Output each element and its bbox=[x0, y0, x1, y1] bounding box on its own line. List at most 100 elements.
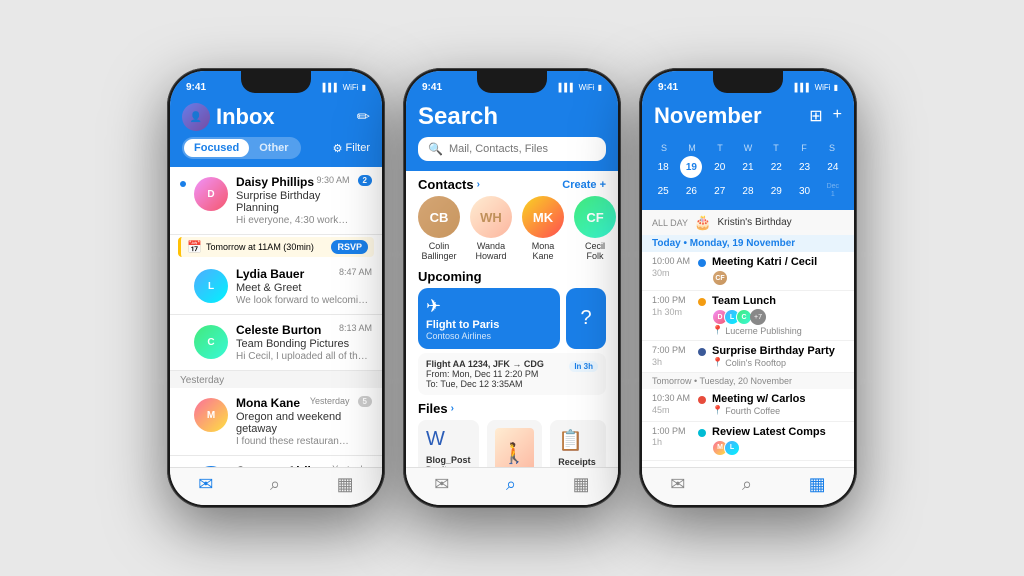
cal-day-23[interactable]: 23 bbox=[794, 156, 816, 178]
event-title: Team Lunch bbox=[712, 295, 844, 307]
nav-search[interactable]: ⌕ bbox=[742, 474, 752, 495]
event-dot bbox=[698, 348, 706, 356]
bottom-nav-3: ✉ ⌕ ▦ bbox=[642, 467, 854, 505]
nav-calendar[interactable]: ▦ bbox=[337, 474, 354, 495]
event-avatars: CF bbox=[712, 270, 844, 286]
phone-calendar: 9:41 ▌▌▌ WiFi ▮ November ⊞ + bbox=[639, 68, 857, 508]
files-section: Files › W Blog_Post Draft DOCX 🚶 bbox=[406, 401, 618, 467]
email-item-mona[interactable]: M Mona Kane Yesterday Oregon and weekend… bbox=[170, 388, 382, 456]
event-content: Meeting Katri / Cecil CF bbox=[712, 256, 844, 286]
event-time: 7:00 PM3h bbox=[652, 345, 692, 368]
rsvp-button[interactable]: RSVP bbox=[331, 240, 368, 254]
battery-icon: ▮ bbox=[362, 83, 366, 92]
cal-day-25[interactable]: 25 bbox=[652, 180, 674, 202]
email-name: Celeste Burton bbox=[236, 323, 321, 337]
cal-day-dec1[interactable]: Dec1 bbox=[822, 180, 844, 202]
email-name: Daisy Phillips bbox=[236, 175, 314, 189]
status-icons-3: ▌▌▌ WiFi ▮ bbox=[795, 83, 838, 92]
event-time: 10:00 AM30m bbox=[652, 256, 692, 286]
email-item-contoso[interactable]: CA Contoso Airlines Yesterday It's Time … bbox=[170, 456, 382, 467]
nav-mail[interactable]: ✉ bbox=[198, 474, 213, 495]
contact-wanda[interactable]: WH WandaHoward bbox=[470, 196, 512, 261]
cal-day-20[interactable]: 20 bbox=[709, 156, 731, 178]
email-item-celeste[interactable]: C Celeste Burton 8:13 AM Team Bonding Pi… bbox=[170, 315, 382, 371]
birthday-event[interactable]: Kristin's Birthday bbox=[717, 217, 791, 228]
nav-mail[interactable]: ✉ bbox=[434, 474, 449, 495]
filter-button[interactable]: ⚙ Filter bbox=[333, 142, 370, 155]
cal-day-29[interactable]: 29 bbox=[765, 180, 787, 202]
grid-icon[interactable]: ⊞ bbox=[809, 106, 822, 126]
nav-calendar[interactable]: ▦ bbox=[809, 474, 826, 495]
unknown-card[interactable]: ? bbox=[566, 288, 606, 349]
edit-icon[interactable]: ✏ bbox=[357, 107, 370, 127]
notch-1 bbox=[241, 71, 311, 93]
contact-cecil[interactable]: CF CecilFolk bbox=[574, 196, 616, 261]
user-avatar: 👤 bbox=[182, 103, 210, 131]
search-input[interactable] bbox=[449, 143, 596, 155]
file-photo[interactable]: 🚶 bbox=[487, 420, 543, 467]
day-t2: T bbox=[762, 143, 790, 153]
calendar-days: 18 19 20 21 22 23 24 25 26 27 28 29 30 D… bbox=[650, 156, 846, 202]
tab-focused[interactable]: Focused bbox=[184, 139, 249, 157]
email-subject: Oregon and weekend getaway bbox=[236, 411, 350, 435]
event-content: Review Latest Comps M L bbox=[712, 426, 844, 456]
event-meeting-katri[interactable]: 10:00 AM30m Meeting Katri / Cecil CF bbox=[642, 252, 854, 291]
battery-icon: ▮ bbox=[598, 83, 602, 92]
cal-day-22[interactable]: 22 bbox=[765, 156, 787, 178]
email-subject: Meet & Greet bbox=[236, 282, 372, 294]
event-dot bbox=[698, 396, 706, 404]
flight-title: Flight to Paris bbox=[426, 319, 552, 331]
file-blog-post[interactable]: W Blog_Post Draft DOCX bbox=[418, 420, 479, 467]
flight-card[interactable]: ✈ Flight to Paris Contoso Airlines bbox=[418, 288, 560, 349]
event-time: 10:30 AM45m bbox=[652, 393, 692, 416]
file-receipt[interactable]: 📋 Receipts PDF bbox=[550, 420, 606, 467]
nav-calendar[interactable]: ▦ bbox=[573, 474, 590, 495]
email-content-celeste: Celeste Burton 8:13 AM Team Bonding Pict… bbox=[236, 323, 372, 362]
cal-day-28[interactable]: 28 bbox=[737, 180, 759, 202]
event-team-lunch[interactable]: 1:00 PM1h 30m Team Lunch D L C +7 📍 Luce… bbox=[642, 291, 854, 341]
cal-day-24[interactable]: 24 bbox=[822, 156, 844, 178]
email-subject: Surprise Birthday Planning bbox=[236, 190, 350, 214]
email-item-lydia[interactable]: L Lydia Bauer 8:47 AM Meet & Greet We lo… bbox=[170, 259, 382, 315]
search-header: Search 🔍 bbox=[406, 99, 618, 171]
cal-day-26[interactable]: 26 bbox=[680, 180, 702, 202]
tab-other[interactable]: Other bbox=[249, 139, 298, 157]
contact-name-cecil: CecilFolk bbox=[585, 241, 605, 261]
search-bar[interactable]: 🔍 bbox=[418, 137, 606, 161]
contact-name-mona: MonaKane bbox=[532, 241, 555, 261]
cal-day-21[interactable]: 21 bbox=[737, 156, 759, 178]
event-time: 1:00 PM1h bbox=[652, 426, 692, 456]
cal-day-27[interactable]: 27 bbox=[709, 180, 731, 202]
tomorrow-label: Tomorrow • Tuesday, 20 November bbox=[642, 373, 854, 389]
day-f: F bbox=[790, 143, 818, 153]
in-badge: In 3h bbox=[569, 361, 598, 372]
event-birthday-party[interactable]: 7:00 PM3h Surprise Birthday Party 📍 Coli… bbox=[642, 341, 854, 373]
plane-icon: ✈ bbox=[426, 296, 552, 317]
wifi-icon: WiFi bbox=[343, 83, 359, 92]
cal-day-18[interactable]: 18 bbox=[652, 156, 674, 178]
email-time: 8:47 AM bbox=[339, 267, 372, 277]
nav-search[interactable]: ⌕ bbox=[506, 474, 516, 495]
email-name: Mona Kane bbox=[236, 396, 300, 410]
event-meeting-carlos[interactable]: 10:30 AM45m Meeting w/ Carlos 📍 Fourth C… bbox=[642, 389, 854, 421]
create-button[interactable]: Create + bbox=[562, 179, 606, 191]
add-icon[interactable]: + bbox=[833, 106, 842, 126]
nav-search[interactable]: ⌕ bbox=[270, 474, 280, 495]
cal-day-19[interactable]: 19 bbox=[680, 156, 702, 178]
nav-mail[interactable]: ✉ bbox=[670, 474, 685, 495]
event-review-comps[interactable]: 1:00 PM1h Review Latest Comps M L bbox=[642, 422, 854, 461]
email-item-daisy[interactable]: D Daisy Phillips 9:30 AM Surprise Birthd… bbox=[170, 167, 382, 235]
upcoming-cards: ✈ Flight to Paris Contoso Airlines ? bbox=[418, 288, 606, 349]
contact-mona[interactable]: MK MonaKane bbox=[522, 196, 564, 261]
contact-colin[interactable]: CB ColinBallinger bbox=[418, 196, 460, 261]
email-badge: 2 bbox=[358, 175, 372, 186]
notch-2 bbox=[477, 71, 547, 93]
file-name: Blog_Post Draft bbox=[426, 455, 471, 467]
contacts-header: Contacts › Create + bbox=[406, 171, 618, 196]
event-dot bbox=[698, 259, 706, 267]
cal-day-30[interactable]: 30 bbox=[794, 180, 816, 202]
flight-detail[interactable]: Flight AA 1234, JFK → CDG From: Mon, Dec… bbox=[418, 353, 606, 395]
contacts-label: Contacts › bbox=[418, 177, 480, 192]
inbox-title: 👤 Inbox bbox=[182, 103, 275, 131]
event-content: Surprise Birthday Party 📍 Colin's Roofto… bbox=[712, 345, 844, 368]
